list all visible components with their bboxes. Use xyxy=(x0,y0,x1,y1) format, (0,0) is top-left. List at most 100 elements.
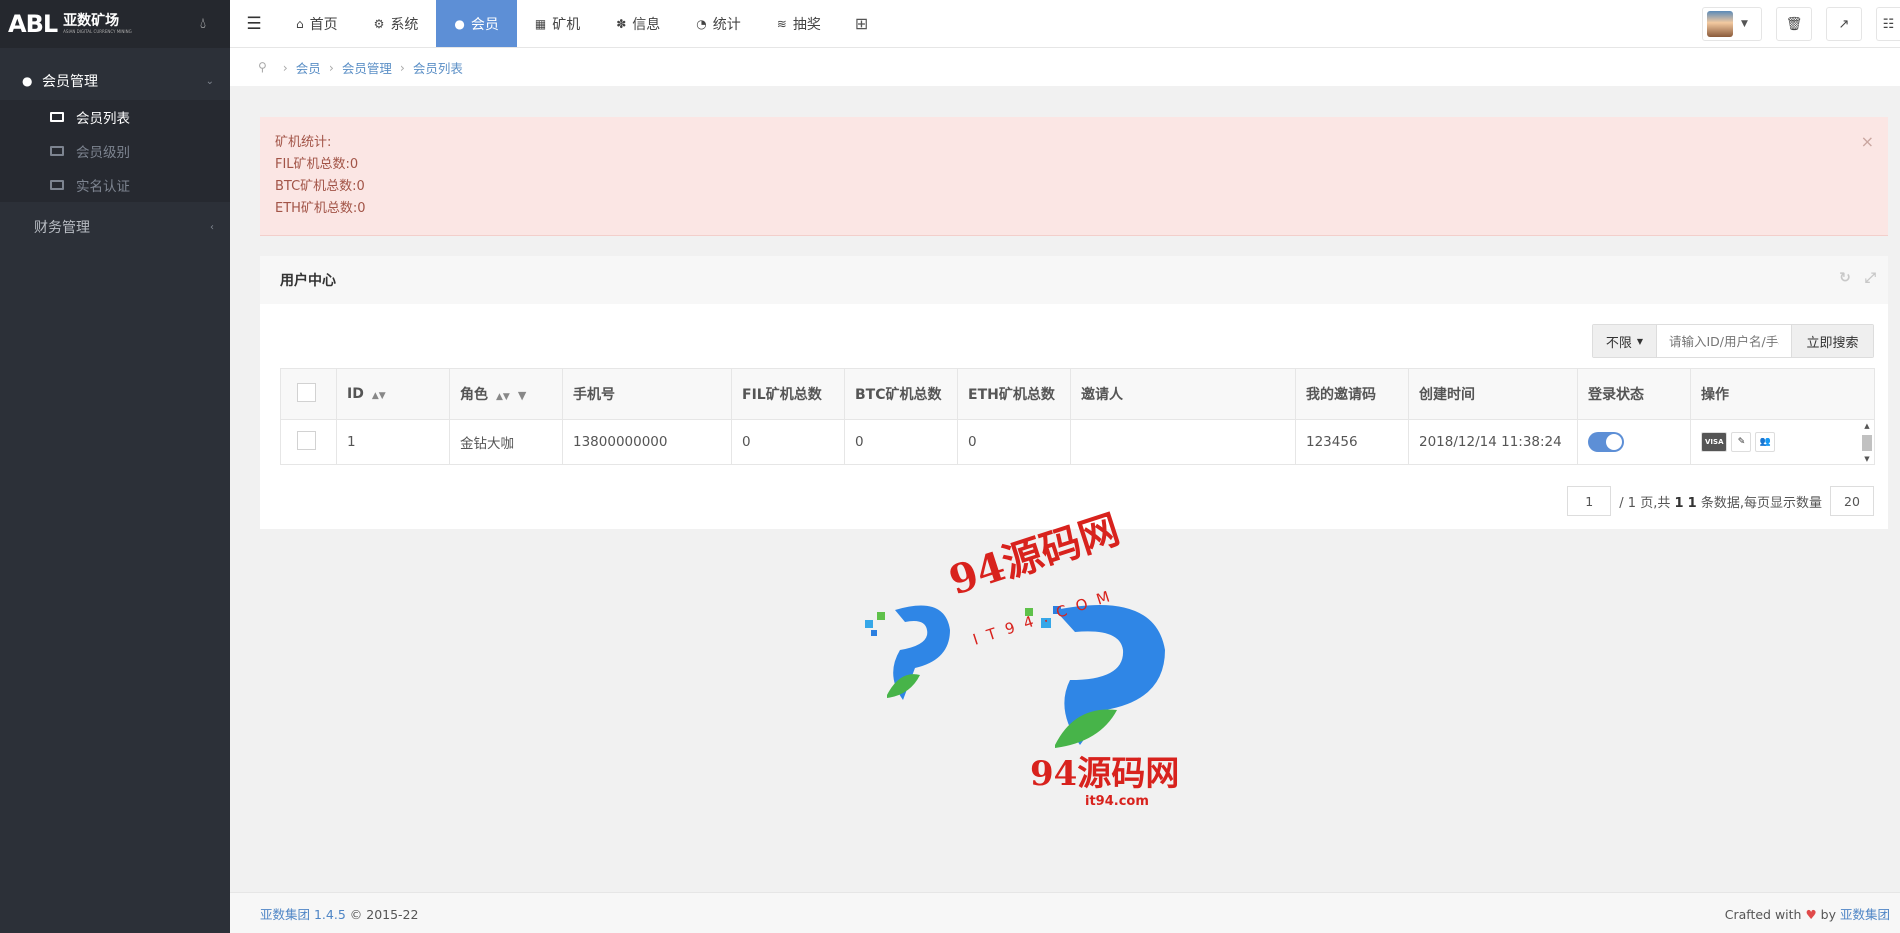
page-input[interactable]: 1 xyxy=(1567,486,1612,516)
table-row[interactable]: 1 金钻大咖 13800000000 0 0 0 123456 2018/12/… xyxy=(280,419,1875,465)
sidebar-item-member-list[interactable]: 会员列表 xyxy=(0,100,230,134)
team-button[interactable]: 👥 xyxy=(1755,432,1776,452)
search-button[interactable]: 立即搜索 xyxy=(1791,325,1873,357)
breadcrumb: ⚲ › 会员 › 会员管理 › 会员列表 xyxy=(230,48,1900,86)
table-header-row: ID ▲▼ 角色 ▲▼ ▼ 手机号 FIL矿机总数 BTC矿机总数 ETH矿机总数 邀… xyxy=(280,368,1875,420)
logo-mark: ABL xyxy=(8,10,58,38)
column-header-id[interactable]: ID ▲▼ xyxy=(336,368,450,420)
tab-member[interactable]: ● 会员 xyxy=(436,0,517,47)
scrollbar[interactable]: ▲ ▼ xyxy=(1860,420,1874,465)
breadcrumb-separator: › xyxy=(282,59,288,75)
pager-record-count: 1 xyxy=(1687,495,1697,511)
alert-line: 矿机统计: xyxy=(275,135,332,150)
filter-icon[interactable]: ▼ xyxy=(518,389,526,402)
list-panel-icon[interactable]: ☷ xyxy=(1876,7,1900,41)
sidebar-item-verification[interactable]: 实名认证 xyxy=(0,168,230,202)
tab-lottery[interactable]: ≋ 抽奖 xyxy=(759,0,839,47)
column-header-inviter: 邀请人 xyxy=(1070,368,1296,420)
sidebar-item-member-level[interactable]: 会员级别 xyxy=(0,134,230,168)
heart-icon: ♥ xyxy=(1805,906,1817,922)
sort-icon[interactable]: ▲▼ xyxy=(496,392,510,402)
cell-fil: 0 xyxy=(731,419,845,465)
column-header-role[interactable]: 角色 ▲▼ ▼ xyxy=(449,368,563,420)
sidebar-group-label: 财务管理 xyxy=(34,220,90,236)
footer-copyright: © 2015-22 xyxy=(349,906,419,922)
tab-home[interactable]: ⌂ 首页 xyxy=(278,0,356,47)
row-checkbox[interactable] xyxy=(297,430,316,450)
sidebar-group-finance[interactable]: 财务管理 ‹ xyxy=(0,208,230,246)
cell-inviter xyxy=(1070,419,1296,465)
film-icon xyxy=(50,112,64,122)
pager-text: 条数据,每页显示数量 xyxy=(1700,495,1822,511)
login-status-toggle[interactable] xyxy=(1588,432,1624,452)
footer-author[interactable]: 亚数集团 xyxy=(1840,907,1890,922)
watermark-logo: 94源码网 IT94.COM 94源码网 it94.com xyxy=(865,506,1179,809)
bank-card-button[interactable]: VISA xyxy=(1701,432,1728,452)
sidebar-item-label: 会员列表 xyxy=(76,111,130,127)
tab-system[interactable]: ⚙ 系统 xyxy=(356,0,437,47)
cell-actions: VISA ✎ 👥 ▲ ▼ xyxy=(1690,419,1875,465)
external-link-icon[interactable]: ↗ xyxy=(1826,7,1862,41)
caret-down-icon: ▼ xyxy=(1741,19,1748,29)
refresh-icon[interactable]: ↻ xyxy=(1839,270,1851,286)
home-icon: ⌂ xyxy=(296,16,304,31)
pager-text: / 1 页,共 xyxy=(1619,495,1671,511)
tab-label: 首页 xyxy=(309,16,338,33)
id-card-icon xyxy=(50,180,64,190)
footer-brand[interactable]: 亚数集团 1.4.5 xyxy=(260,907,346,922)
user-icon: ● xyxy=(22,74,33,88)
trash-icon[interactable]: 🗑︎ xyxy=(1776,7,1812,41)
tab-label: 抽奖 xyxy=(792,16,821,33)
pagination: 1 / 1 页,共 1 1 条数据,每页显示数量 20 xyxy=(1567,486,1874,516)
logo-name: 亚数矿场 xyxy=(63,12,120,29)
cell-login-status xyxy=(1577,419,1691,465)
yelp-icon: ✽ xyxy=(616,16,627,31)
menu-toggle-icon[interactable]: ☰ xyxy=(230,0,278,47)
sidebar-submenu: 会员列表 会员级别 实名认证 xyxy=(0,100,230,202)
breadcrumb-member-manage[interactable]: 会员管理 xyxy=(342,58,392,77)
tab-info[interactable]: ✽ 信息 xyxy=(598,0,678,47)
scrollbar-thumb[interactable] xyxy=(1862,434,1872,451)
user-center-panel: 用户中心 ↻ ⤢ 不限 ▼ 立即搜索 ID▲▼ 角色▲▼▼ 手机号 FIL矿机总… xyxy=(260,256,1888,529)
sort-icon[interactable]: ▲▼ xyxy=(372,391,386,401)
tab-label: 信息 xyxy=(632,16,661,33)
alert-line: BTC矿机总数:0 xyxy=(275,179,365,194)
pager-total-pages: 1 xyxy=(1674,495,1684,511)
sidebar-group-member[interactable]: ● 会员管理 ⌄ xyxy=(0,62,230,100)
scroll-down-icon[interactable]: ▼ xyxy=(1864,455,1869,463)
select-all-checkbox[interactable] xyxy=(297,382,316,402)
breadcrumb-member[interactable]: 会员 xyxy=(296,58,321,77)
sidebar: ABL 亚数矿场 ASIAN DIGITAL CURRENCY MINING 💧… xyxy=(0,0,230,933)
cell-id: 1 xyxy=(336,419,450,465)
user-menu[interactable]: ▼ xyxy=(1702,7,1762,41)
close-icon[interactable]: × xyxy=(1861,131,1874,153)
fullscreen-icon[interactable]: ⤢ xyxy=(1865,270,1876,286)
caret-down-icon: ▼ xyxy=(1636,336,1644,346)
filter-select[interactable]: 不限 ▼ xyxy=(1593,325,1657,357)
cell-phone: 13800000000 xyxy=(562,419,732,465)
tab-label: 矿机 xyxy=(552,16,581,33)
theme-drop-icon[interactable]: 💧︎ xyxy=(200,14,206,32)
watermark-url: it94.com xyxy=(1085,794,1149,809)
breadcrumb-member-list[interactable]: 会员列表 xyxy=(413,58,463,77)
chevron-left-icon: ‹ xyxy=(210,221,214,233)
scroll-up-icon[interactable]: ▲ xyxy=(1864,422,1869,430)
panel-header: 用户中心 ↻ ⤢ xyxy=(260,256,1888,304)
column-header-fil: FIL矿机总数 xyxy=(731,368,845,420)
tab-label: 会员 xyxy=(470,16,499,33)
tab-label: 统计 xyxy=(712,16,741,33)
tab-miner[interactable]: ▦ 矿机 xyxy=(517,0,598,47)
logo[interactable]: ABL 亚数矿场 ASIAN DIGITAL CURRENCY MINING 💧… xyxy=(0,0,230,48)
alert-line: FIL矿机总数:0 xyxy=(275,157,359,172)
sidebar-group-label: 会员管理 xyxy=(42,74,98,90)
page-size-input[interactable]: 20 xyxy=(1830,486,1874,516)
breadcrumb-separator: › xyxy=(328,59,334,75)
apps-grid-icon[interactable]: ⊞ xyxy=(839,0,884,47)
tab-stats[interactable]: ◔ 统计 xyxy=(678,0,758,47)
search-input[interactable] xyxy=(1657,325,1791,357)
select-all-cell xyxy=(280,368,337,420)
edit-button[interactable]: ✎ xyxy=(1731,432,1752,452)
cell-role: 金钻大咖 xyxy=(449,419,563,465)
column-header-phone: 手机号 xyxy=(562,368,732,420)
breadcrumb-separator: › xyxy=(399,59,405,75)
